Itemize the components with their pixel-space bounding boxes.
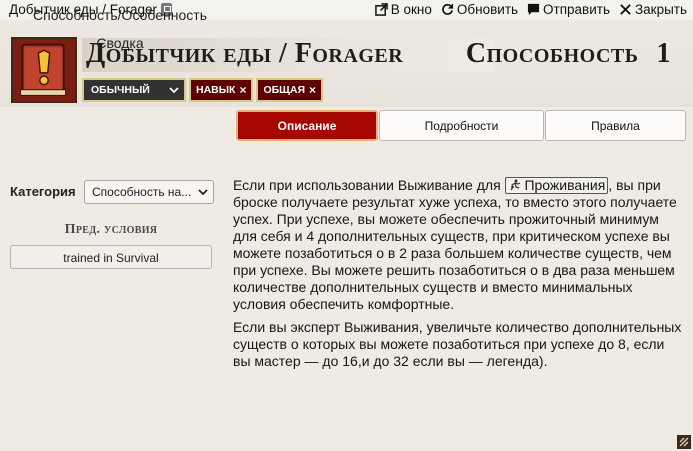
trait-label: общая [263,84,305,96]
external-link-icon [374,3,388,16]
popout-label: В окно [390,2,432,17]
send-label: Отправить [543,2,610,17]
subsist-link-label: Проживания [524,177,606,193]
popout-button[interactable]: В окно [374,2,432,17]
category-value: Способность на... [92,185,192,199]
trait-tag-skill: навык × [189,78,254,102]
chevron-down-icon [169,87,179,94]
trait-label: навык [196,84,236,96]
trait-tag-general: общая × [256,78,324,102]
item-type-label: Способность [465,38,639,69]
traits-bar: обычный навык × общая × [82,78,324,102]
refresh-button[interactable]: Обновить [441,2,518,17]
close-label: Закрыть [635,2,687,17]
close-button[interactable]: Закрыть [619,2,687,17]
category-label: Категория [10,184,76,199]
refresh-label: Обновить [456,2,519,17]
description-paragraph: Если вы эксперт Выживания, увеличьте кол… [233,319,682,369]
resize-handle-icon[interactable] [677,435,691,449]
rarity-value: обычный [91,84,150,96]
summary-line: Сводка [96,35,144,51]
close-icon [620,4,631,15]
chevron-down-icon [198,189,208,196]
refresh-icon [442,3,453,15]
tab-details[interactable]: Подробности [379,110,544,141]
paragraph-text: Если при использовании Выживание для [233,177,505,193]
remove-trait-icon[interactable]: × [309,83,316,97]
tab-rules[interactable]: Правила [545,110,686,141]
chat-icon [527,3,540,16]
rarity-select[interactable]: обычный [82,78,186,102]
prerequisites-heading: Пред. условия [64,222,158,237]
paragraph-text: , вы при броске получаете результат хуже… [233,177,677,312]
description-paragraph: Если при использовании Выживание для Про… [233,177,683,313]
description-content: Если при использовании Выживание для Про… [233,177,683,376]
send-to-chat-button[interactable]: Отправить [527,2,610,17]
level-value[interactable]: 1 [657,38,672,69]
category-select[interactable]: Способность на... [84,180,214,204]
item-type-line: Способность/Особенность [33,7,207,23]
level-display: Способность 1 [466,38,671,70]
prerequisite-field[interactable]: trained in Survival [10,245,212,269]
remove-trait-icon[interactable]: × [239,83,246,97]
running-figure-icon [510,179,520,191]
subsist-action-link[interactable]: Проживания [504,177,609,194]
window-actions: В окно Обновить Отправить Закрыть [374,2,687,17]
tab-description[interactable]: Описание [236,110,378,141]
